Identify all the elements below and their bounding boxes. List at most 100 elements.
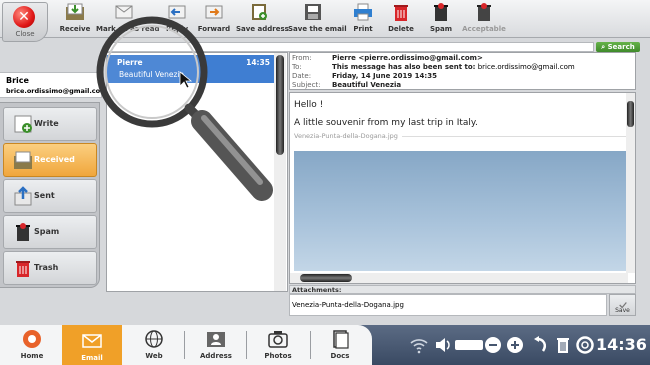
sent-icon — [14, 186, 32, 206]
to-value: brice.ordissimo@gmail.com — [477, 63, 575, 71]
close-label: Close — [15, 30, 35, 38]
body-vscroll-thumb[interactable] — [627, 101, 634, 127]
date-label: Date: — [292, 72, 312, 80]
mark-read-icon — [115, 5, 133, 19]
save-address-button[interactable]: Save address — [236, 2, 289, 36]
taskbar-separator — [310, 331, 311, 359]
from-label: From: — [292, 54, 312, 62]
spam-icon — [434, 3, 448, 21]
account-box: Brice brice.ordissimo@gmail.com — [0, 72, 107, 98]
search-icon: ⌕ — [601, 43, 606, 51]
home-icon — [23, 330, 41, 348]
undo-icon[interactable] — [532, 335, 550, 355]
forward-button[interactable]: Forward — [196, 2, 232, 36]
save-attachment-button[interactable]: Save — [609, 294, 636, 316]
taskbar-email-label: Email — [81, 354, 103, 362]
attachment-item[interactable]: Venezia-Punta-della-Dogana.jpg — [289, 294, 607, 316]
delete-button[interactable]: Delete — [386, 2, 416, 36]
reply-label: Reply — [165, 25, 189, 33]
close-button[interactable]: ✕ Close — [2, 2, 48, 42]
help-icon[interactable] — [576, 335, 594, 355]
user-name: Brice — [6, 76, 29, 85]
body-greeting: Hello ! — [294, 100, 324, 110]
trash-icon[interactable] — [554, 335, 572, 355]
to-prefix: This message has also been sent to: — [332, 63, 476, 71]
acceptable-button[interactable]: Acceptable — [462, 2, 506, 36]
delete-icon — [394, 5, 408, 21]
search-button[interactable]: ⌕ Search — [596, 42, 640, 52]
forward-label: Forward — [197, 25, 231, 33]
receive-label: Receive — [59, 25, 91, 33]
taskbar-separator — [184, 331, 185, 359]
list-scroll-thumb[interactable] — [276, 55, 284, 155]
email-icon — [82, 334, 102, 348]
volume-slider[interactable] — [455, 340, 483, 350]
delete-label: Delete — [388, 25, 414, 33]
message-body: Hello ! A little souvenir from my last t… — [289, 92, 636, 284]
header-from: From: Pierre <pierre.ordissimo@gmail.com> — [292, 54, 483, 62]
reply-button[interactable]: Reply — [160, 2, 194, 36]
header-subject: Subject: Beautiful Venezia — [292, 81, 401, 89]
taskbar-email[interactable]: Email — [62, 325, 122, 365]
reply-icon — [168, 5, 186, 19]
folder-write[interactable]: Write — [3, 107, 97, 141]
spam-button[interactable]: Spam — [426, 2, 456, 36]
photos-icon — [268, 331, 288, 348]
message-list: Pierre 14:35 Beautiful Venezia — [106, 52, 288, 292]
wifi-icon[interactable] — [410, 335, 428, 355]
receive-icon — [66, 3, 84, 20]
taskbar: Home Email Web Address Photos Docs 14:36 — [0, 325, 650, 365]
volume-icon[interactable] — [434, 335, 452, 355]
taskbar-home-label: Home — [20, 352, 44, 360]
list-scrollbar[interactable] — [274, 53, 286, 291]
folder-spam-label: Spam — [34, 227, 60, 236]
list-item-sender: Pierre — [117, 58, 143, 67]
list-item[interactable]: Pierre 14:35 Beautiful Venezia — [107, 55, 274, 83]
mark-all-read-button[interactable]: Mark all as read — [96, 2, 160, 36]
body-vertical-scrollbar[interactable] — [626, 93, 635, 273]
taskbar-docs[interactable]: Docs — [320, 327, 360, 363]
clock: 14:36 — [596, 335, 647, 354]
taskbar-docs-label: Docs — [330, 352, 350, 360]
folder-trash[interactable]: Trash — [3, 251, 97, 285]
header-to: To: This message has also been sent to: b… — [292, 63, 575, 71]
image-caption: Venezia-Punta-della-Dogana.jpg — [294, 132, 626, 145]
image-caption-text: Venezia-Punta-della-Dogana.jpg — [294, 132, 402, 140]
search-input[interactable] — [106, 42, 594, 52]
save-email-button[interactable]: Save the email — [288, 2, 347, 36]
to-label: To: — [292, 63, 302, 71]
taskbar-web[interactable]: Web — [134, 327, 174, 363]
save-label: Save — [615, 307, 630, 314]
taskbar-separator — [246, 331, 247, 359]
trash-icon — [16, 261, 30, 277]
save-email-label: Save the email — [288, 25, 347, 33]
taskbar-address-label: Address — [200, 352, 232, 360]
subject-label: Subject: — [292, 81, 321, 89]
print-button[interactable]: Print — [346, 2, 380, 36]
mark-all-read-label: Mark all as read — [96, 25, 160, 33]
body-horizontal-scrollbar[interactable] — [290, 273, 628, 283]
volume-down-icon[interactable] — [484, 335, 502, 355]
folder-received-label: Received — [34, 155, 75, 164]
receive-button[interactable]: Receive — [58, 2, 92, 36]
address-icon — [207, 332, 225, 347]
save-address-label: Save address — [236, 25, 289, 33]
subject-value: Beautiful Venezia — [332, 81, 402, 89]
folder-sent[interactable]: Sent — [3, 179, 97, 213]
taskbar-photos-label: Photos — [264, 352, 292, 360]
body-hscroll-thumb[interactable] — [300, 274, 352, 282]
docs-icon — [333, 330, 349, 349]
taskbar-photos[interactable]: Photos — [256, 327, 300, 363]
attachment-filename: Venezia-Punta-della-Dogana.jpg — [292, 301, 404, 309]
close-icon: ✕ — [13, 6, 35, 28]
folder-write-label: Write — [34, 119, 59, 128]
message-header: From: Pierre <pierre.ordissimo@gmail.com>… — [289, 52, 636, 90]
folder-received[interactable]: Received — [3, 143, 97, 177]
search-button-label: Search — [607, 43, 635, 51]
taskbar-home[interactable]: Home — [12, 327, 52, 363]
folder-spam[interactable]: Spam — [3, 215, 97, 249]
folder-list: Write Received Sent Spam Trash — [0, 102, 100, 288]
volume-up-icon[interactable] — [506, 335, 524, 355]
save-email-icon — [305, 4, 321, 20]
taskbar-address[interactable]: Address — [194, 327, 238, 363]
